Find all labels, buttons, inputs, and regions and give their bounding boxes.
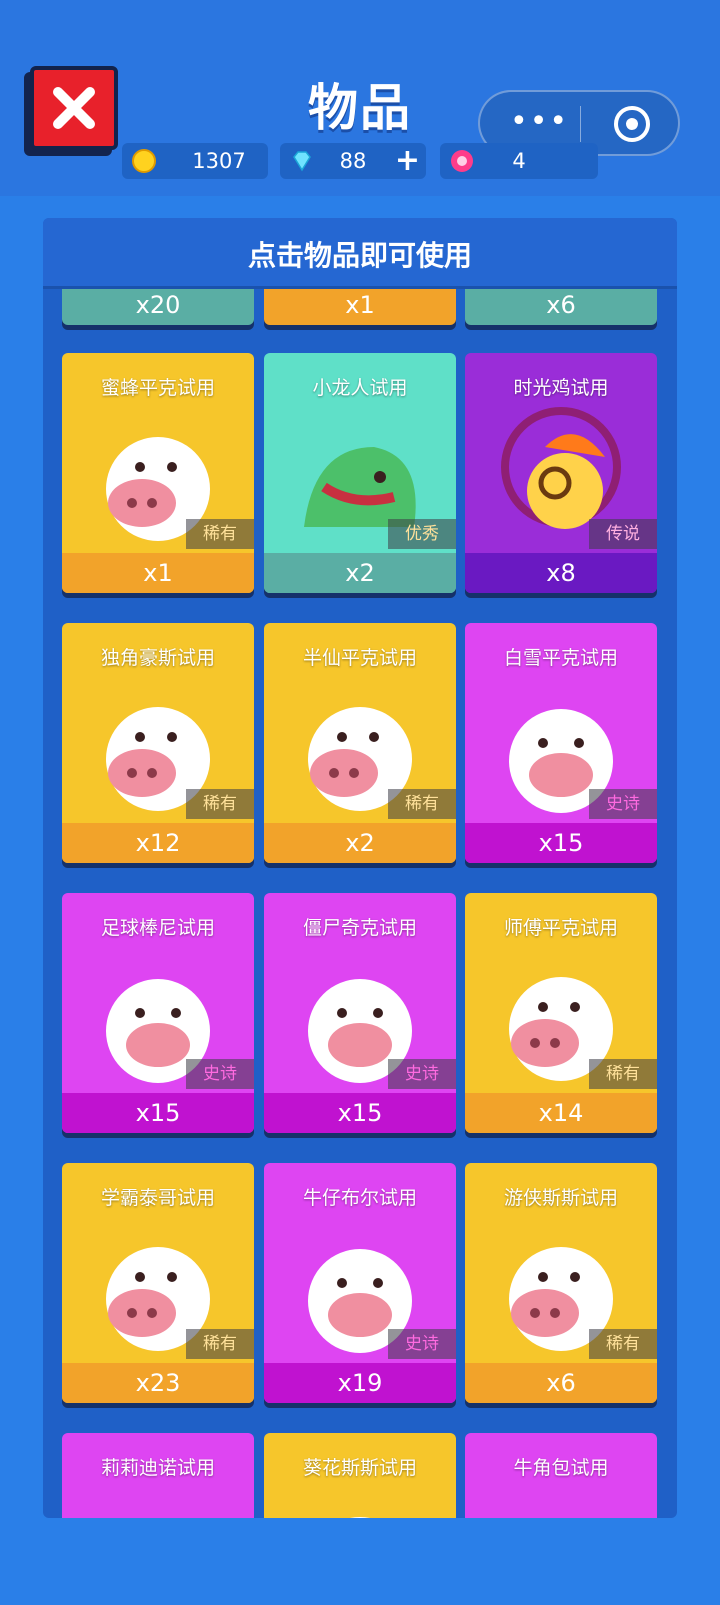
item-count: x12 [62, 823, 254, 863]
add-gems-button[interactable]: + [395, 143, 420, 178]
token-value: 4 [512, 149, 526, 173]
item-count-partial[interactable]: x6 [465, 289, 657, 325]
target-circle-icon[interactable] [614, 106, 650, 142]
item-count: x8 [465, 553, 657, 593]
item-count: x2 [264, 823, 456, 863]
rarity-badge: 稀有 [388, 789, 456, 819]
rarity-badge: 稀有 [186, 1329, 254, 1359]
bottom-background [0, 1520, 720, 1605]
items-panel: 点击物品即可使用 x20 x1 x6 蜜蜂平克试用 稀有 x1 小龙人试用 优秀 x2 时光… [43, 218, 677, 1518]
page-title: 物品 [308, 79, 412, 137]
item-name: 半仙平克试用 [302, 647, 417, 669]
item-count: x15 [62, 1093, 254, 1133]
coin-value: 1307 [192, 149, 246, 173]
croissant-icon [485, 1487, 637, 1518]
rarity-badge: 史诗 [388, 1329, 456, 1359]
close-x-icon [53, 87, 95, 129]
item-name: 牛仔布尔试用 [302, 1187, 417, 1209]
item-count: x23 [62, 1363, 254, 1403]
rarity-badge: 史诗 [589, 789, 657, 819]
item-card[interactable]: 游侠斯斯试用稀有 x6 [465, 1163, 657, 1403]
item-name: 学霸泰哥试用 [100, 1187, 215, 1209]
item-name: 僵尸奇克试用 [302, 917, 417, 939]
rarity-badge: 稀有 [589, 1329, 657, 1359]
item-card[interactable]: 半仙平克试用稀有 x2 [264, 623, 456, 863]
item-count: x15 [264, 1093, 456, 1133]
item-count: x2 [264, 553, 456, 593]
item-name: 蜜蜂平克试用 [100, 377, 215, 399]
item-name: 白雪平克试用 [503, 647, 618, 669]
rarity-badge: 史诗 [388, 1059, 456, 1089]
item-count: x1 [62, 553, 254, 593]
item-count: x1 [345, 291, 375, 319]
more-dots-icon[interactable]: ••• [510, 107, 569, 137]
token-counter: 4 [440, 143, 598, 179]
item-card[interactable]: 牛角包试用 [465, 1433, 657, 1518]
item-card[interactable]: 时光鸡试用传说 x8 [465, 353, 657, 593]
close-button[interactable] [24, 66, 118, 156]
item-name: 师傅平克试用 [503, 917, 618, 939]
item-name: 牛角包试用 [513, 1457, 609, 1479]
item-card[interactable]: 独角豪斯试用稀有 x12 [62, 623, 254, 863]
capsule-divider [580, 106, 581, 142]
rarity-badge: 稀有 [589, 1059, 657, 1089]
items-grid[interactable]: x20 x1 x6 蜜蜂平克试用稀有 x1 小龙人试用优秀 x2 时光鸡试用传说 x8 独角… [43, 289, 677, 1518]
item-card[interactable]: 葵花斯斯试用 [264, 1433, 456, 1518]
close-button-face [30, 66, 118, 150]
item-name: 莉莉迪诺试用 [100, 1457, 215, 1479]
sunflower-icon [349, 1517, 371, 1518]
dino-icon [82, 1487, 234, 1518]
panel-header: 点击物品即可使用 [43, 218, 677, 289]
item-count: x14 [465, 1093, 657, 1133]
rarity-badge: 优秀 [388, 519, 456, 549]
item-name: 游侠斯斯试用 [503, 1187, 618, 1209]
item-count: x6 [546, 291, 576, 319]
item-count-partial[interactable]: x20 [62, 289, 254, 325]
item-card[interactable]: 白雪平克试用史诗 x15 [465, 623, 657, 863]
panel-heading: 点击物品即可使用 [247, 239, 472, 272]
item-name: 小龙人试用 [312, 377, 408, 399]
item-name: 独角豪斯试用 [100, 647, 215, 669]
item-count: x6 [465, 1363, 657, 1403]
rarity-badge: 稀有 [186, 519, 254, 549]
rarity-badge: 稀有 [186, 789, 254, 819]
item-card[interactable]: 莉莉迪诺试用 [62, 1433, 254, 1518]
item-count: x20 [135, 291, 181, 319]
item-card[interactable]: 牛仔布尔试用史诗 x19 [264, 1163, 456, 1403]
item-count: x15 [465, 823, 657, 863]
item-name: 葵花斯斯试用 [302, 1457, 417, 1479]
top-bar: 物品 ••• 1307 88 + 4 [0, 0, 720, 196]
rarity-badge: 传说 [589, 519, 657, 549]
item-count: x19 [264, 1363, 456, 1403]
item-card[interactable]: 小龙人试用优秀 x2 [264, 353, 456, 593]
item-count-partial[interactable]: x1 [264, 289, 456, 325]
item-card[interactable]: 蜜蜂平克试用稀有 x1 [62, 353, 254, 593]
item-card[interactable]: 学霸泰哥试用稀有 x23 [62, 1163, 254, 1403]
item-card[interactable]: 足球棒尼试用史诗 x15 [62, 893, 254, 1133]
item-card[interactable]: 僵尸奇克试用史诗 x15 [264, 893, 456, 1133]
rarity-badge: 史诗 [186, 1059, 254, 1089]
coin-counter: 1307 [122, 143, 268, 179]
item-name: 时光鸡试用 [513, 377, 609, 399]
item-name: 足球棒尼试用 [100, 917, 215, 939]
item-card[interactable]: 师傅平克试用稀有 x14 [465, 893, 657, 1133]
gem-counter: 88 + [280, 143, 426, 179]
